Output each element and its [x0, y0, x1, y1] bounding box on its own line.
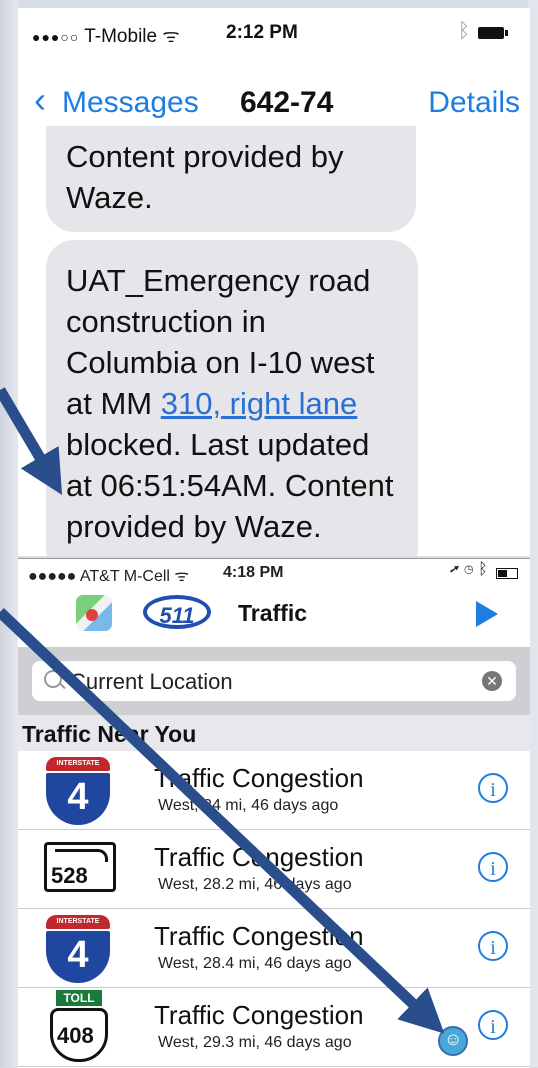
search-value: Current Location [70, 669, 233, 694]
status-bar: ●●●●● AT&T M-Cell ᯤ 4:18 PM ➚ ◷ ᛒ [18, 559, 530, 585]
list-item[interactable]: INTERSTATE 4 Traffic Congestion West, 24… [18, 751, 530, 830]
message-text: Content provided by Waze. [66, 139, 344, 215]
signal-dots: ●●●○○ [32, 29, 80, 45]
clear-icon[interactable]: ✕ [482, 671, 502, 691]
incident-subtitle: West, 28.4 mi, 46 days ago [158, 955, 352, 972]
interstate-shield-icon: INTERSTATE 4 [46, 757, 110, 825]
conversation-title: 642-74 [240, 86, 334, 119]
bluetooth-icon: ᛒ [458, 20, 470, 42]
logo-511: 511 [143, 595, 211, 629]
page-title: Traffic [238, 600, 308, 626]
info-icon[interactable]: i [478, 931, 508, 961]
chevron-left-icon[interactable]: ‹ [34, 82, 46, 118]
carrier-label: AT&T M-Cell [79, 568, 170, 585]
play-icon[interactable] [476, 601, 498, 627]
incident-subtitle: West, 29.3 mi, 46 days ago [158, 1034, 352, 1051]
message-bubble: UAT_Emergency road construction in Colum… [46, 240, 418, 556]
state-road-shield-icon: 528 [44, 842, 116, 892]
wifi-icon: ᯤ [162, 26, 180, 47]
toll-road-shield-icon: TOLL 408 [50, 990, 108, 1064]
battery-icon [496, 568, 518, 579]
status-time: 2:12 PM [226, 22, 298, 43]
incident-subtitle: West, 28.2 mi, 46 days ago [158, 876, 352, 893]
list-item[interactable]: INTERSTATE 4 Traffic Congestion West, 28… [18, 909, 530, 988]
map-icon[interactable] [76, 595, 112, 631]
app-toolbar: 511 Traffic [18, 587, 530, 647]
message-text: blocked. Last updated at 06:51:54AM. Con… [66, 427, 394, 544]
incident-title: Traffic Congestion [154, 1000, 364, 1030]
search-input[interactable]: Current Location ✕ [32, 661, 516, 701]
signal-dots: ●●●●● [28, 568, 77, 585]
search-icon [44, 670, 62, 688]
message-link[interactable]: 310, right lane [161, 386, 357, 421]
background-left [0, 0, 18, 1067]
waze-icon [438, 1026, 468, 1056]
location-icon: ➚ ◷ ᛒ [450, 561, 488, 578]
wifi-icon: ᯤ [174, 568, 190, 585]
nav-bar: ‹ Messages 642-74 Details [18, 72, 530, 132]
carrier-label: T-Mobile [84, 26, 158, 47]
info-icon[interactable]: i [478, 852, 508, 882]
messages-screenshot: ●●●○○ T-Mobile ᯤ 2:12 PM ᛒ ‹ Messages 64… [18, 8, 530, 556]
back-button[interactable]: Messages [62, 86, 199, 120]
status-time: 4:18 PM [223, 564, 284, 581]
message-bubble: Content provided by Waze. [46, 126, 416, 232]
interstate-shield-icon: INTERSTATE 4 [46, 915, 110, 983]
info-icon[interactable]: i [478, 773, 508, 803]
status-bar: ●●●○○ T-Mobile ᯤ 2:12 PM ᛒ [18, 8, 530, 58]
incident-subtitle: West, 24 mi, 46 days ago [158, 797, 339, 814]
details-button[interactable]: Details [428, 86, 520, 120]
traffic-app-screenshot: ●●●●● AT&T M-Cell ᯤ 4:18 PM ➚ ◷ ᛒ 511 Tr… [18, 558, 530, 1068]
list-item[interactable]: 528 Traffic Congestion West, 28.2 mi, 46… [18, 830, 530, 909]
search-bar: Current Location ✕ [18, 647, 530, 715]
incident-title: Traffic Congestion [154, 921, 364, 951]
section-header: Traffic Near You [18, 715, 530, 751]
list-item[interactable]: TOLL 408 Traffic Congestion West, 29.3 m… [18, 988, 530, 1067]
battery-icon [478, 27, 508, 39]
info-icon[interactable]: i [478, 1010, 508, 1040]
incident-title: Traffic Congestion [154, 842, 364, 872]
incident-title: Traffic Congestion [154, 763, 364, 793]
